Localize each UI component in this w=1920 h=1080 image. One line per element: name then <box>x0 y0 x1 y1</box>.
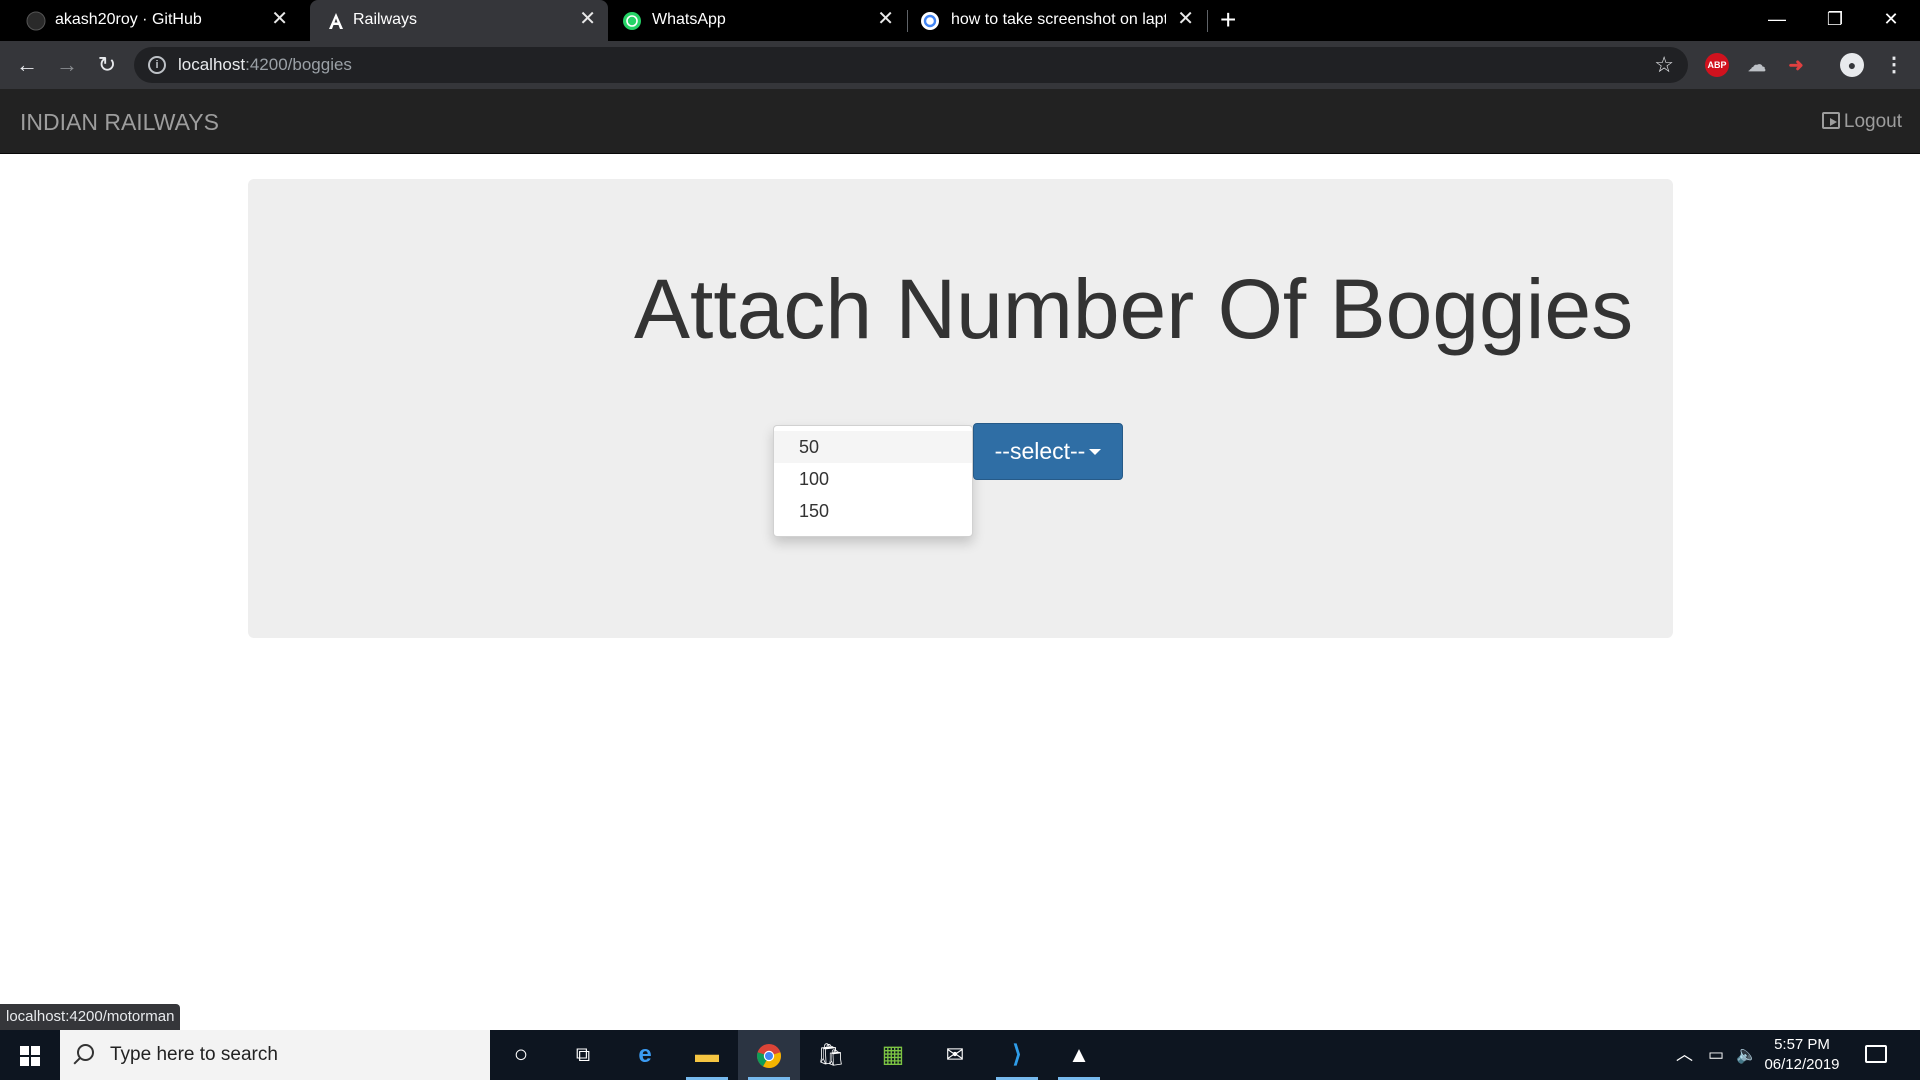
whatsapp-icon <box>623 12 641 30</box>
tab-github[interactable]: akash20roy · GitHub ✕ <box>0 0 300 41</box>
menu-kebab-icon[interactable]: ⋮ <box>1882 53 1906 77</box>
tab-title: WhatsApp <box>652 11 726 28</box>
app-green-icon[interactable]: ▦ <box>862 1030 924 1080</box>
close-window-button[interactable]: ✕ <box>1862 0 1920 41</box>
tab-close-icon[interactable]: ✕ <box>271 9 288 29</box>
chrome-icon <box>757 1043 781 1068</box>
logout-link[interactable]: Logout <box>1821 111 1902 133</box>
search-placeholder: Type here to search <box>110 1044 278 1065</box>
mail-icon[interactable]: ✉ <box>924 1030 986 1080</box>
extension-arrow-icon[interactable]: ➜ <box>1784 53 1808 77</box>
start-button[interactable] <box>0 1030 60 1080</box>
url-host: localhost <box>178 55 246 74</box>
brand-link[interactable]: INDIAN RAILWAYS <box>20 109 219 136</box>
tab-whatsapp[interactable]: WhatsApp ✕ <box>608 0 906 41</box>
minimize-button[interactable]: — <box>1748 0 1806 41</box>
battery-icon[interactable]: ▭ <box>1708 1030 1724 1080</box>
show-hidden-icons-icon[interactable]: ︿ <box>1676 1030 1693 1080</box>
tab-close-icon[interactable]: ✕ <box>1177 9 1194 29</box>
back-button[interactable]: ← <box>14 52 40 78</box>
profile-avatar-icon[interactable]: ● <box>1840 53 1864 77</box>
tab-title: how to take screenshot on laptop <box>951 11 1166 28</box>
cortana-icon[interactable]: ○ <box>490 1030 552 1080</box>
photos-icon[interactable]: ▲ <box>1048 1030 1110 1080</box>
app-navbar: INDIAN RAILWAYS Logout <box>0 89 1920 154</box>
tab-close-icon[interactable]: ✕ <box>877 9 894 29</box>
page-heading: Attach Number Of Boggies <box>634 262 1634 356</box>
status-url-bubble: localhost:4200/motorman <box>0 1004 181 1030</box>
arrow-left-icon: ← <box>16 52 38 77</box>
google-icon <box>921 12 939 30</box>
taskbar-clock[interactable]: 5:57 PM 06/12/2019 <box>1762 1035 1842 1075</box>
tab-separator <box>1207 10 1208 32</box>
chrome-taskbar-icon[interactable] <box>738 1030 800 1080</box>
taskbar-search-box[interactable]: Type here to search <box>60 1030 490 1080</box>
restore-button[interactable]: ❐ <box>1806 0 1864 41</box>
store-icon[interactable]: 🛍 <box>800 1030 862 1080</box>
tab-close-icon[interactable]: ✕ <box>579 9 596 29</box>
browser-tab-strip: akash20roy · GitHub ✕ Railways ✕ WhatsAp… <box>0 0 1920 41</box>
logout-icon <box>1821 112 1840 129</box>
extension-cloud-icon[interactable]: ☁ <box>1745 53 1769 77</box>
tab-title: akash20roy · GitHub <box>55 11 202 28</box>
volume-icon[interactable]: 🔈 <box>1736 1030 1757 1080</box>
forward-button[interactable]: → <box>54 52 80 78</box>
url-text[interactable]: localhost:4200/boggies <box>178 55 352 75</box>
clock-date: 06/12/2019 <box>1764 1056 1840 1073</box>
browser-toolbar: ← → ↻ i localhost:4200/boggies ☆ ABP ☁ ➜… <box>0 41 1920 89</box>
select-boggies-button[interactable]: --select-- <box>973 423 1123 480</box>
tab-railways[interactable]: Railways ✕ <box>310 0 608 41</box>
windows-logo-icon <box>20 1046 40 1066</box>
vscode-icon[interactable]: ⟩ <box>986 1030 1048 1080</box>
dropdown-option-150[interactable]: 150 <box>774 495 972 527</box>
task-view-icon[interactable]: ⧉ <box>552 1030 614 1080</box>
search-icon <box>77 1044 94 1061</box>
bookmark-star-icon[interactable]: ☆ <box>1654 52 1674 78</box>
select-button-label: --select-- <box>994 438 1086 464</box>
action-center-icon[interactable] <box>1865 1045 1887 1063</box>
info-icon[interactable]: i <box>148 56 166 74</box>
jumbotron-panel: Attach Number Of Boggies <box>248 179 1673 638</box>
boggies-dropdown-menu: 50 100 150 <box>773 425 973 537</box>
windows-taskbar: Type here to search ○ ⧉ e ▬ 🛍 ▦ ✉ ⟩ ▲ ︿ … <box>0 1030 1920 1080</box>
tab-title: Railways <box>353 11 418 28</box>
github-icon <box>26 11 46 31</box>
address-bar[interactable]: i localhost:4200/boggies ☆ <box>134 47 1688 83</box>
dropdown-option-50[interactable]: 50 <box>774 431 972 463</box>
new-tab-button[interactable]: + <box>1220 5 1236 35</box>
url-path: :4200/boggies <box>245 55 352 74</box>
adblock-plus-icon[interactable]: ABP <box>1705 53 1729 77</box>
logout-label: Logout <box>1843 111 1902 132</box>
reload-icon: ↻ <box>97 52 117 77</box>
caret-down-icon <box>1089 449 1102 455</box>
reload-button[interactable]: ↻ <box>94 52 120 78</box>
dropdown-option-100[interactable]: 100 <box>774 463 972 495</box>
angular-icon <box>329 13 343 29</box>
arrow-right-icon: → <box>56 52 78 77</box>
tab-google-search[interactable]: how to take screenshot on laptop ✕ <box>908 0 1206 41</box>
clock-time: 5:57 PM <box>1774 1036 1830 1053</box>
file-explorer-icon[interactable]: ▬ <box>676 1030 738 1080</box>
edge-browser-icon[interactable]: e <box>614 1030 676 1080</box>
